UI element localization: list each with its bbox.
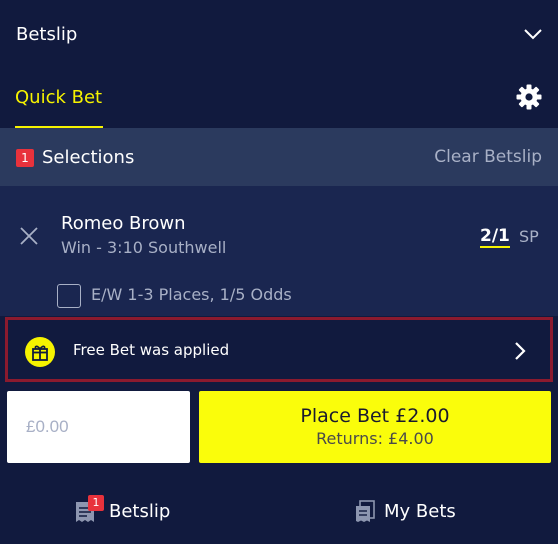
each-way-label: E/W 1-3 Places, 1/5 Odds	[91, 285, 292, 304]
stake-input[interactable]: £0.00	[7, 391, 190, 463]
returns-label: Returns: £4.00	[316, 429, 434, 448]
nav-betslip-label[interactable]: Betslip	[109, 501, 170, 522]
gift-icon	[25, 337, 55, 367]
selections-label: Selections	[42, 147, 135, 168]
place-bet-label: Place Bet £2.00	[300, 405, 450, 427]
odds-value[interactable]: 2/1	[480, 226, 510, 248]
gear-icon[interactable]	[515, 83, 543, 111]
sp-label: SP	[519, 227, 539, 246]
market-label: Win - 3:10 Southwell	[61, 238, 227, 257]
close-icon[interactable]	[18, 225, 40, 247]
place-bet-button[interactable]: Place Bet £2.00 Returns: £4.00	[199, 391, 551, 463]
free-bet-message: Free Bet was applied	[73, 341, 230, 359]
selections-count-badge: 1	[16, 149, 34, 167]
nav-my-bets-label[interactable]: My Bets	[384, 501, 456, 522]
betslip-header: Betslip	[0, 0, 558, 70]
tab-quick-bet[interactable]: Quick Bet	[15, 87, 102, 108]
betslip-tabs: Quick Bet	[0, 70, 558, 128]
betslip-title: Betslip	[16, 24, 78, 45]
each-way-checkbox[interactable]	[57, 284, 81, 308]
mybets-icon[interactable]	[354, 500, 376, 524]
runner-name: Romeo Brown	[61, 213, 186, 234]
chevron-down-icon[interactable]	[522, 24, 544, 44]
nav-betslip-badge: 1	[88, 495, 104, 511]
chevron-right-icon[interactable]	[513, 340, 527, 362]
clear-betslip-button[interactable]: Clear Betslip	[434, 147, 542, 167]
